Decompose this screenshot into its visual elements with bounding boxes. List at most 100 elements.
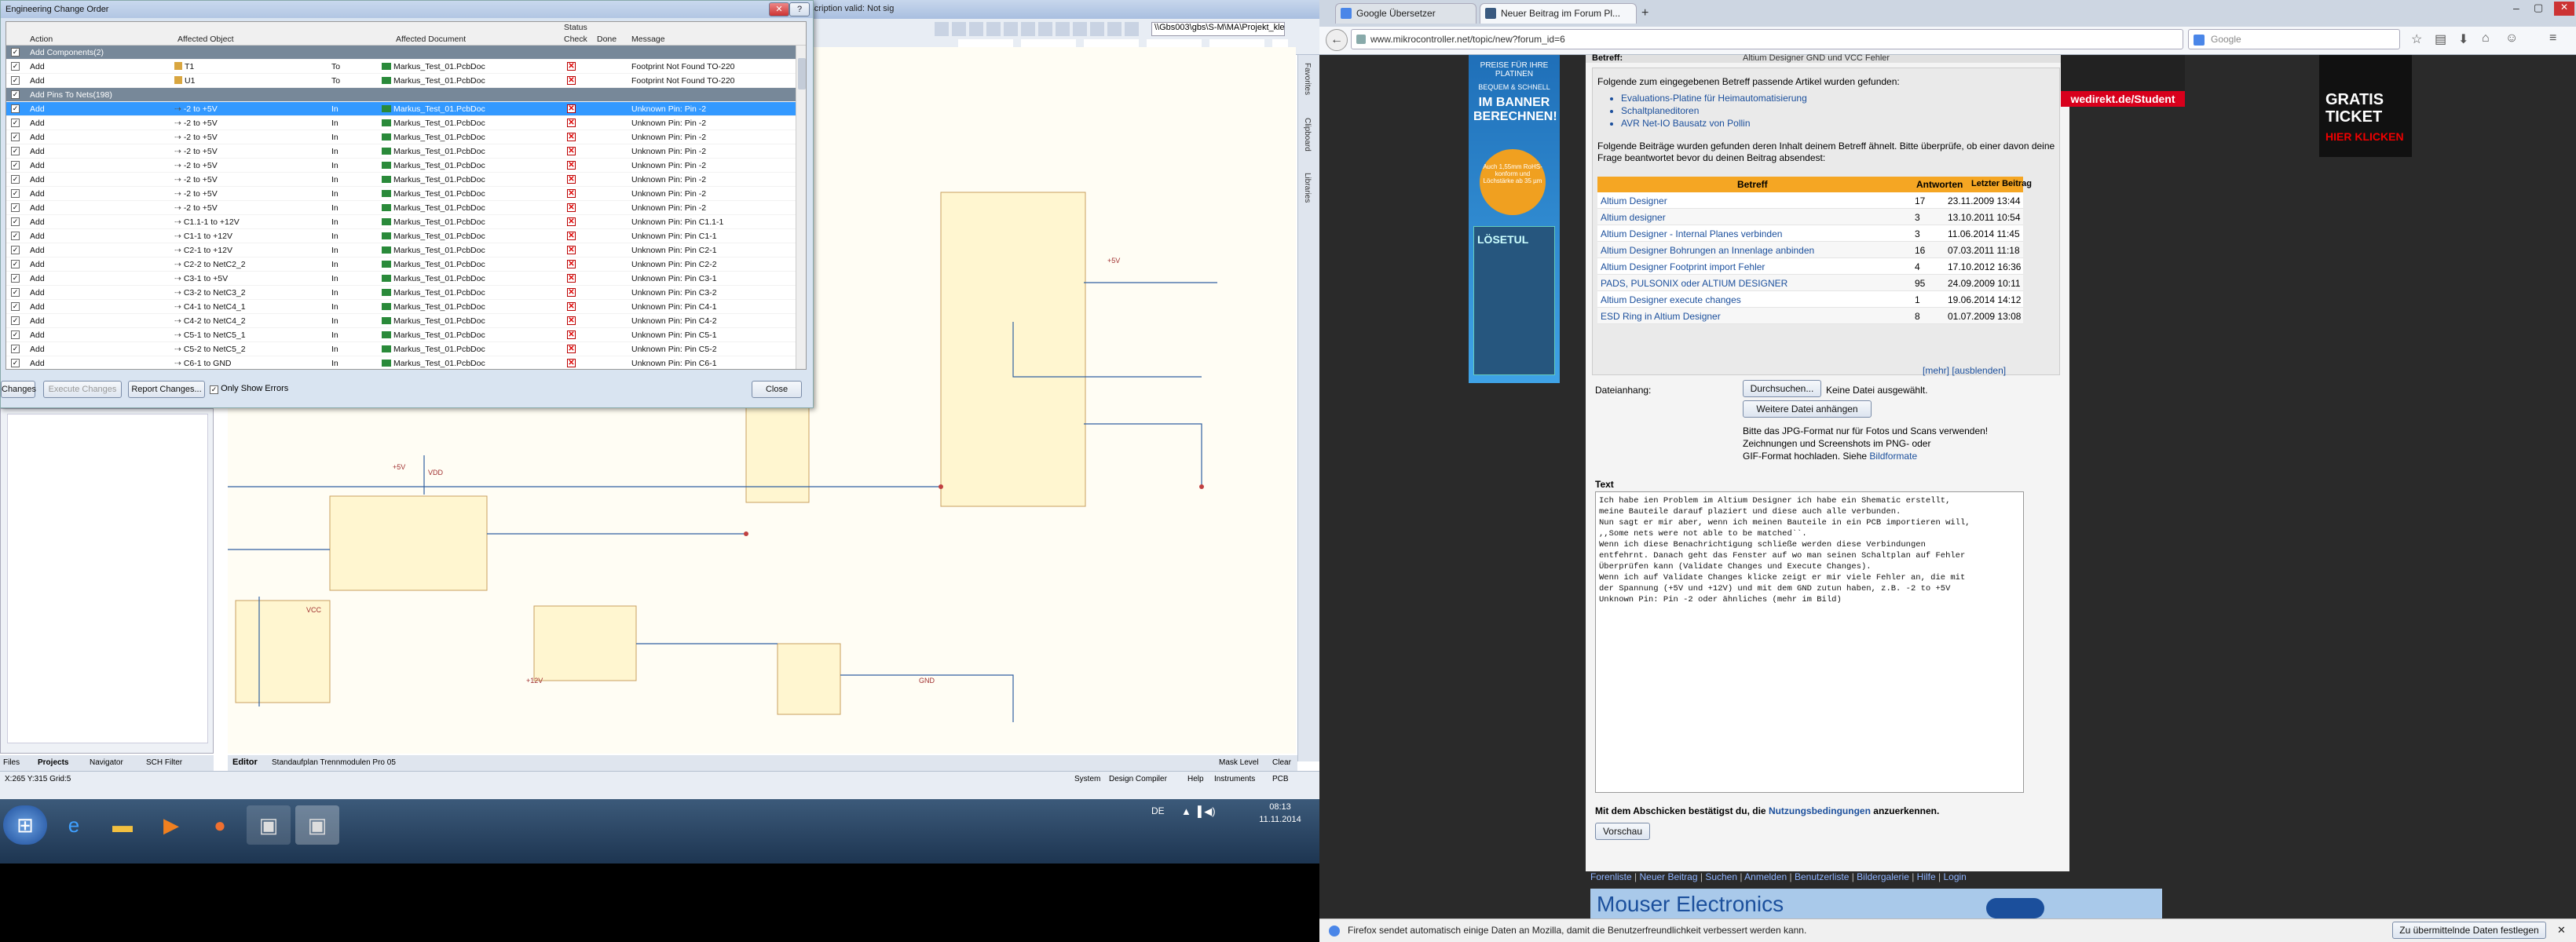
- row-checkbox[interactable]: ✓: [11, 217, 20, 226]
- bildformate-link[interactable]: Bildformate: [1869, 451, 1917, 462]
- ticket-ad[interactable]: GRATIS TICKET HIER KLICKEN: [2319, 55, 2412, 157]
- footer-link[interactable]: Hilfe: [1917, 871, 1936, 882]
- doc-tab-editor[interactable]: Editor: [232, 758, 258, 767]
- col-done[interactable]: Done: [597, 35, 617, 44]
- post-textarea[interactable]: Ich habe ien Problem im Altium Designer …: [1595, 491, 2024, 793]
- execute-changes-button[interactable]: Execute Changes: [43, 381, 122, 398]
- menu-icon[interactable]: ≡: [2549, 31, 2556, 46]
- clear-button[interactable]: Clear: [1272, 758, 1291, 767]
- reading-list-icon[interactable]: ▤: [2435, 31, 2446, 47]
- thread-row[interactable]: Altium Designer Bohrungen an Innenlage a…: [1597, 242, 2023, 258]
- home-icon[interactable]: ⌂: [2482, 31, 2490, 46]
- row-checkbox[interactable]: ✓: [11, 147, 20, 155]
- row-checkbox[interactable]: ✓: [11, 175, 20, 184]
- ie-icon[interactable]: e: [52, 805, 96, 845]
- thread-title[interactable]: Altium Designer: [1601, 195, 1667, 206]
- star-icon[interactable]: ☆: [2411, 31, 2422, 47]
- panel-tab-libraries[interactable]: Libraries: [1303, 173, 1312, 203]
- thread-row[interactable]: PADS, PULSONIX oder ALTIUM DESIGNER 95 24.…: [1597, 275, 2023, 291]
- row-checkbox[interactable]: ✓: [11, 359, 20, 367]
- eco-change-row[interactable]: ✓ Add ⇢ C3-2 to NetC3_2 In Markus_Test_01.Pcb…: [6, 286, 796, 300]
- tab-projects[interactable]: Projects: [38, 758, 68, 767]
- col-action[interactable]: Action: [30, 35, 53, 44]
- thread-row[interactable]: Altium Designer Footprint import Fehler 4…: [1597, 258, 2023, 275]
- eco-group-row[interactable]: Add Components(2) ✓: [6, 46, 796, 60]
- footer-link[interactable]: Anmelden: [1744, 871, 1787, 882]
- row-checkbox[interactable]: ✓: [11, 330, 20, 339]
- row-checkbox[interactable]: ✓: [11, 302, 20, 311]
- tab-forum[interactable]: Neuer Beitrag im Forum Pl...: [1480, 3, 1637, 24]
- group-checkbox[interactable]: ✓: [11, 48, 20, 57]
- eco-change-row[interactable]: ✓ Add ⇢ -2 to +5V In Markus_Test_01.PcbDoc ✕ Un…: [6, 102, 796, 116]
- tray-icons[interactable]: ▲ ▐ ◀): [1181, 805, 1216, 818]
- betreff-value[interactable]: Altium Designer GND und VCC Fehler: [1743, 53, 1890, 63]
- thread-title[interactable]: Altium Designer Bohrungen an Innenlage a…: [1601, 245, 1814, 256]
- thread-title[interactable]: Altium designer: [1601, 212, 1666, 223]
- report-changes-button[interactable]: Report Changes...: [128, 381, 205, 398]
- site-identity-icon[interactable]: [1356, 35, 1366, 44]
- explorer-icon[interactable]: ▬: [101, 805, 145, 845]
- status-design-compiler[interactable]: Design Compiler: [1109, 775, 1167, 783]
- row-checkbox[interactable]: ✓: [11, 161, 20, 170]
- eco-change-row[interactable]: ✓ Add ⇢ -2 to +5V In Markus_Test_01.PcbDoc ✕ Un…: [6, 201, 796, 215]
- col-message[interactable]: Message: [631, 35, 665, 44]
- wedirekt-ad[interactable]: wedirekt.de/Student: [2061, 55, 2185, 107]
- row-checkbox[interactable]: ✓: [11, 288, 20, 297]
- terms-link[interactable]: Nutzungsbedingungen: [1769, 805, 1871, 816]
- footer-link[interactable]: Forenliste: [1590, 871, 1632, 882]
- hide-link-text[interactable]: [ausblenden]: [1952, 365, 2006, 376]
- eco-change-row[interactable]: ✓ Add ⇢ C6-1 to GND In Markus_Test_01.PcbDoc ✕…: [6, 356, 796, 369]
- col-affected-document[interactable]: Affected Document: [396, 35, 466, 44]
- start-button-icon[interactable]: ⊞: [3, 805, 47, 845]
- row-checkbox[interactable]: ✓: [11, 246, 20, 254]
- pcb-banner-ad[interactable]: PREISE FÜR IHRE PLATINEN BEQUEM & SCHNEL…: [1469, 55, 1560, 383]
- eco-change-row[interactable]: ✓ Add ⇢ C5-1 to NetC5_1 In Markus_Test_01.Pcb…: [6, 328, 796, 342]
- only-show-errors-check-icon[interactable]: ✓: [210, 385, 218, 394]
- suggest-link[interactable]: Schaltplaneditoren: [1621, 104, 1807, 117]
- validate-changes-button[interactable]: Changes: [1, 381, 36, 398]
- eco-change-row[interactable]: ✓ Add T1 To Markus_Test_01.PcbDoc ✕ Footprint …: [6, 60, 796, 74]
- row-checkbox[interactable]: ✓: [11, 232, 20, 240]
- altium-taskbar-icon[interactable]: ▣: [247, 805, 291, 845]
- tab-google-translate[interactable]: Google Übersetzer: [1335, 3, 1476, 24]
- firefox-taskbar-icon[interactable]: ●: [198, 805, 242, 845]
- eco-scrollbar[interactable]: [796, 46, 806, 369]
- row-checkbox[interactable]: ✓: [11, 119, 20, 127]
- minimize-icon[interactable]: –: [2513, 2, 2519, 14]
- status-instruments[interactable]: Instruments: [1214, 775, 1255, 783]
- search-box[interactable]: Google: [2188, 29, 2400, 49]
- input-language[interactable]: DE: [1151, 805, 1165, 816]
- row-checkbox[interactable]: ✓: [11, 104, 20, 113]
- row-checkbox[interactable]: ✓: [11, 189, 20, 198]
- row-checkbox[interactable]: ✓: [11, 62, 20, 71]
- panel-tab-favorites[interactable]: Favorites: [1303, 63, 1312, 95]
- thread-title[interactable]: Altium Designer - Internal Planes verbin…: [1601, 228, 1782, 239]
- chat-icon[interactable]: ☺: [2505, 31, 2518, 46]
- url-bar[interactable]: www.mikrocontroller.net/topic/new?forum_…: [1351, 29, 2183, 49]
- tab-sch-filter[interactable]: SCH Filter: [146, 758, 182, 767]
- eco-change-row[interactable]: ✓ Add ⇢ -2 to +5V In Markus_Test_01.PcbDoc ✕ Un…: [6, 173, 796, 187]
- eco-change-row[interactable]: ✓ Add ⇢ -2 to +5V In Markus_Test_01.PcbDoc ✕ Un…: [6, 116, 796, 130]
- eco-change-row[interactable]: ✓ Add ⇢ -2 to +5V In Markus_Test_01.PcbDoc ✕ Un…: [6, 187, 796, 201]
- eco-change-row[interactable]: ✓ Add ⇢ C3-1 to +5V In Markus_Test_01.PcbDoc ✕…: [6, 272, 796, 286]
- doc-tab-sheet[interactable]: Standaufplan Trennmodulen Pro 05: [272, 758, 396, 767]
- project-path-box[interactable]: \\Gbs003\gbs\S-M\MA\Projekt_kle: [1151, 22, 1285, 36]
- row-checkbox[interactable]: ✓: [11, 345, 20, 353]
- eco-change-row[interactable]: ✓ Add ⇢ C1-1 to +12V In Markus_Test_01.PcbDoc…: [6, 229, 796, 243]
- eco-change-row[interactable]: ✓ Add ⇢ -2 to +5V In Markus_Test_01.PcbDoc ✕ Un…: [6, 159, 796, 173]
- add-file-button[interactable]: Weitere Datei anhängen: [1743, 400, 1872, 418]
- thread-row[interactable]: Altium Designer execute changes 1 19.06.20…: [1597, 291, 2023, 308]
- eco-change-row[interactable]: ✓ Add ⇢ -2 to +5V In Markus_Test_01.PcbDoc ✕ Un…: [6, 144, 796, 159]
- eco-change-row[interactable]: ✓ Add ⇢ C5-2 to NetC5_2 In Markus_Test_01.Pcb…: [6, 342, 796, 356]
- status-help[interactable]: Help: [1187, 775, 1204, 783]
- eco-change-row[interactable]: ✓ Add ⇢ C4-2 to NetC4_2 In Markus_Test_01.Pcb…: [6, 314, 796, 328]
- footer-link[interactable]: Neuer Beitrag: [1639, 871, 1697, 882]
- maximize-icon[interactable]: ▢: [2534, 2, 2543, 14]
- row-checkbox[interactable]: ✓: [11, 274, 20, 283]
- altium-eco-taskbar-icon[interactable]: ▣: [295, 805, 339, 845]
- window-close-icon[interactable]: ✕: [2554, 2, 2574, 16]
- status-system[interactable]: System: [1074, 775, 1100, 783]
- mask-level-button[interactable]: Mask Level: [1219, 758, 1259, 767]
- col-affected-object[interactable]: Affected Object: [177, 35, 234, 44]
- row-checkbox[interactable]: ✓: [11, 203, 20, 212]
